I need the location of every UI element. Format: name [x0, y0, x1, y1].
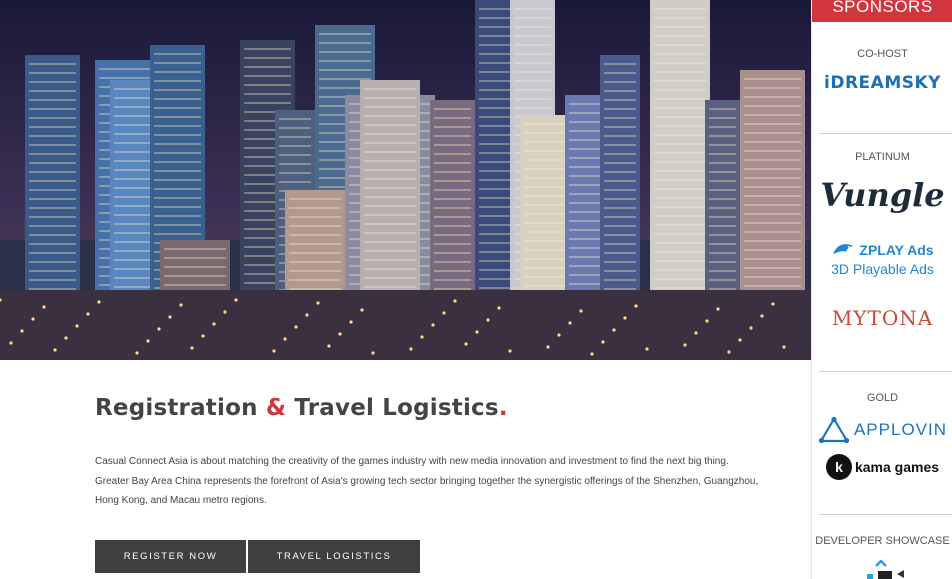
sponsors-header: SPONSORS [812, 0, 952, 22]
mytona-name: MYTONA [831, 306, 934, 330]
main-content: Registration & Travel Logistics. Casual … [95, 395, 785, 573]
idreamsky-logo[interactable]: iDREAMSKY [812, 73, 952, 93]
zplay-tagline: 3D Playable Ads [831, 261, 934, 277]
developer-logos-icon [867, 560, 904, 579]
divider [819, 371, 952, 372]
action-buttons: REGISTER NOW TRAVEL LOGISTICS [95, 540, 420, 573]
tier-gold-label: GOLD [866, 392, 899, 404]
hero-image [0, 0, 811, 360]
city-skyline-illustration [0, 0, 811, 360]
title-dot: . [498, 395, 508, 421]
travel-logistics-button[interactable]: TRAVEL LOGISTICS [248, 540, 420, 573]
sponsors-sidebar: SPONSORS CO-HOST iDREAMSKY PLATINUM Vung… [811, 0, 952, 579]
zplay-ads-logo[interactable]: ZPLAY Ads 3D Playable Ads [812, 240, 952, 277]
mytona-logo[interactable]: MYTONA [812, 306, 952, 330]
applovin-triangle-icon [818, 416, 850, 444]
dolphin-icon [833, 244, 854, 254]
register-now-button[interactable]: REGISTER NOW [95, 540, 246, 573]
tier-platinum-label: PLATINUM [855, 151, 910, 163]
applovin-logo[interactable]: APPLOVIN [812, 416, 952, 444]
page-title: Registration & Travel Logistics. [95, 395, 785, 421]
tier-cohost-label: CO-HOST [857, 48, 908, 60]
vungle-logo[interactable]: Vungle [812, 176, 952, 214]
title-ampersand: & [265, 395, 287, 421]
kama-name: kama games [854, 459, 940, 475]
title-part-registration: Registration [95, 395, 258, 421]
zplay-name: ZPLAY Ads [859, 242, 934, 258]
intro-paragraph: Casual Connect Asia is about matching th… [95, 456, 759, 506]
divider [819, 133, 952, 134]
applovin-name: APPLOVIN [853, 420, 948, 439]
kama-games-logo[interactable]: k kama games [812, 454, 952, 480]
title-part-travel: Travel Logistics [294, 395, 499, 421]
tier-showcase-label: DEVELOPER SHOWCASE [815, 535, 950, 547]
kama-k-icon: k [825, 454, 852, 480]
divider [819, 514, 952, 515]
